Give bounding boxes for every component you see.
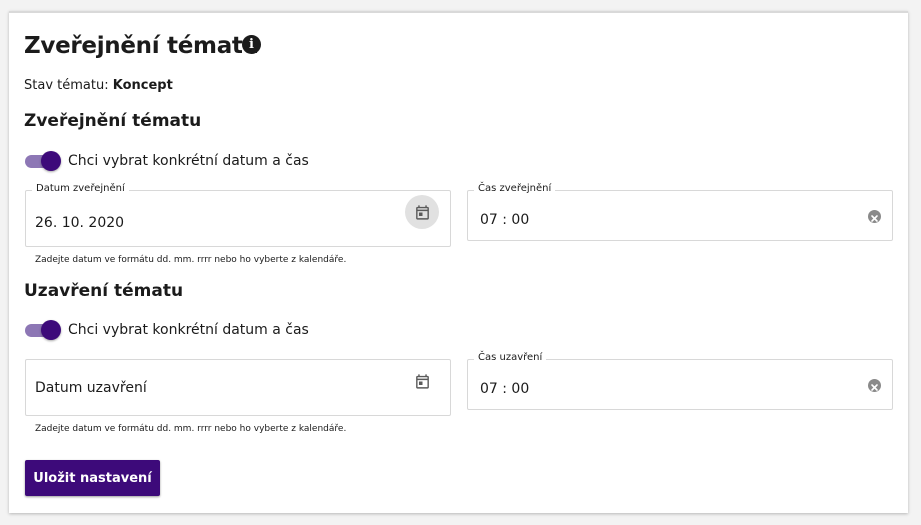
- close-time-value: 07 : 00: [480, 381, 530, 397]
- close-icon: [871, 384, 878, 391]
- info-icon[interactable]: i: [242, 35, 261, 54]
- publish-time-field[interactable]: Čas zveřejnění 07 : 00: [467, 183, 893, 241]
- clear-icon[interactable]: [868, 210, 881, 223]
- publish-toggle[interactable]: [25, 150, 61, 172]
- close-time-label: Čas uzavření: [474, 352, 547, 363]
- close-date-calendar-button[interactable]: [405, 364, 439, 398]
- close-toggle[interactable]: [25, 319, 61, 341]
- publish-date-calendar-button[interactable]: [405, 195, 439, 229]
- toggle-thumb: [41, 151, 61, 171]
- close-heading: Uzavření tématu: [24, 281, 184, 301]
- page-title: Zveřejnění tématu: [24, 33, 259, 59]
- calendar-icon: [415, 204, 429, 220]
- publish-time-label: Čas zveřejnění: [474, 183, 556, 194]
- toggle-thumb: [41, 320, 61, 340]
- close-toggle-label: Chci vybrat konkrétní datum a čas: [68, 322, 309, 338]
- publish-time-value: 07 : 00: [480, 212, 530, 228]
- save-button[interactable]: Uložit nastavení: [25, 460, 160, 496]
- status-label: Stav tématu:: [24, 78, 109, 93]
- close-date-placeholder: Datum uzavření: [35, 380, 147, 396]
- publish-date-hint: Zadejte datum ve formátu dd. mm. rrrr ne…: [35, 255, 347, 265]
- close-time-field[interactable]: Čas uzavření 07 : 00: [467, 352, 893, 410]
- status-value: Koncept: [112, 78, 173, 93]
- publish-date-label: Datum zveřejnění: [32, 183, 129, 194]
- publish-date-value: 26. 10. 2020: [35, 215, 125, 231]
- calendar-icon: [415, 373, 429, 389]
- clear-icon[interactable]: [868, 379, 881, 392]
- publish-toggle-label: Chci vybrat konkrétní datum a čas: [68, 153, 309, 169]
- close-date-hint: Zadejte datum ve formátu dd. mm. rrrr ne…: [35, 424, 347, 434]
- topic-status: Stav tématu: Koncept: [24, 78, 173, 93]
- publish-heading: Zveřejnění tématu: [24, 111, 202, 131]
- close-icon: [871, 215, 878, 222]
- close-date-field[interactable]: Datum uzavření: [25, 359, 451, 416]
- publish-date-field[interactable]: Datum zveřejnění 26. 10. 2020: [25, 183, 451, 247]
- settings-card: Zveřejnění tématu i Stav tématu: Koncept…: [9, 11, 908, 513]
